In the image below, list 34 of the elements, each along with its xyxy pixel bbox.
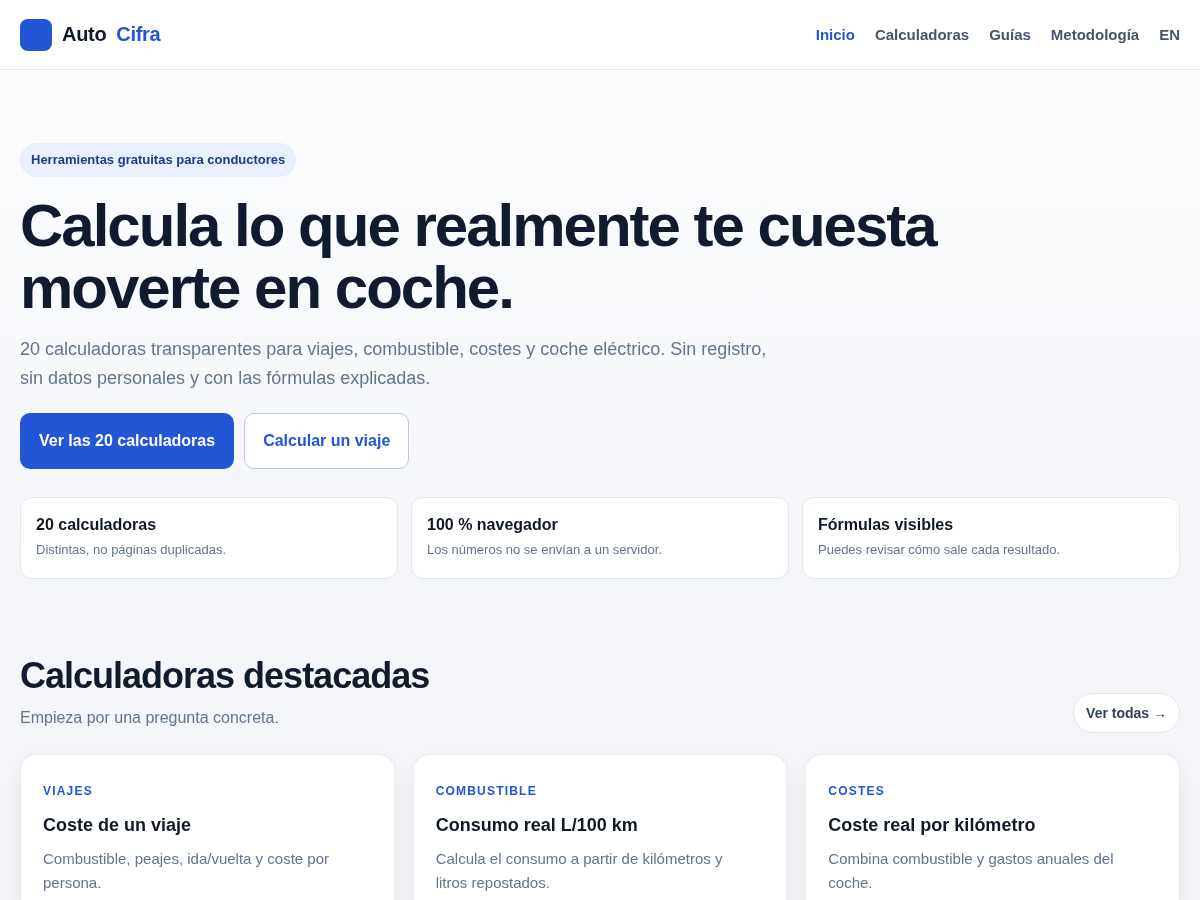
calculator-card[interactable]: COSTES Coste real por kilómetro Combina combustible y gastos anuales del coche. (805, 754, 1180, 900)
hero-badge: Herramientas gratuitas para conductores (20, 143, 297, 177)
card-title: Consumo real L/100 km (435, 814, 639, 837)
primary-cta-button[interactable]: Ver las 20 calculadoras (20, 413, 235, 469)
logo-text[interactable]: Auto (62, 23, 107, 46)
section-title: Calculadoras destacadas (20, 655, 430, 697)
card-category: COMBUSTIBLE (435, 783, 538, 799)
card-category: VIAJES (43, 783, 94, 799)
card-title: Coste real por kilómetro (828, 814, 1037, 837)
logo-accent-text[interactable]: Cifra (116, 23, 161, 46)
card-description: Combina combustible y gastos anuales del coche. (828, 849, 1115, 893)
card-category: COSTES (828, 783, 886, 799)
highlight-title: 100 % navegador (427, 515, 559, 535)
section-subtitle: Empieza por una pregunta concreta. (20, 708, 280, 728)
highlight-title: Fórmulas visibles (818, 515, 955, 535)
card-description: Calcula el consumo a partir de kilómetros y litros repostados. (435, 849, 724, 893)
card-title: Coste de un viaje (43, 814, 193, 837)
highlight-text: Puedes revisar cómo sale cada resultado. (818, 541, 1062, 559)
highlight-text: Los números no se envían a un servidor. (427, 541, 663, 559)
nav-link[interactable]: Metodología (1050, 26, 1140, 43)
calculator-card[interactable]: COMBUSTIBLE Consumo real L/100 km Calcula el consumo a partir de kilómetros y litros repostados. (412, 754, 788, 900)
highlight-title: 20 calculadoras (36, 515, 158, 535)
card-description: Combustible, peajes, ida/vuelta y coste por persona. (43, 849, 330, 893)
secondary-cta-button[interactable]: Calcular un viaje (244, 413, 410, 469)
logo-icon[interactable] (20, 18, 52, 51)
hero-title: Calcula lo que realmente te cuesta moverte en coche. (20, 195, 938, 319)
highlight-text: Distintas, no páginas duplicadas. (36, 541, 228, 559)
nav-link[interactable]: Inicio (815, 26, 855, 43)
nav-link[interactable]: Calculadoras (874, 26, 970, 43)
hero-lead-text: 20 calculadoras transparentes para viajes, combustible, costes y coche eléctrico. Sin registro, sin datos personales y con las fórmulas explicadas. (20, 338, 768, 390)
nav-link[interactable]: Guías (989, 26, 1031, 43)
view-all-button[interactable]: Ver todas → (1073, 693, 1180, 733)
calculator-card[interactable]: VIAJES Coste de un viaje Combustible, peajes, ida/vuelta y coste por persona. (20, 754, 395, 900)
nav-link[interactable]: EN (1159, 26, 1180, 43)
